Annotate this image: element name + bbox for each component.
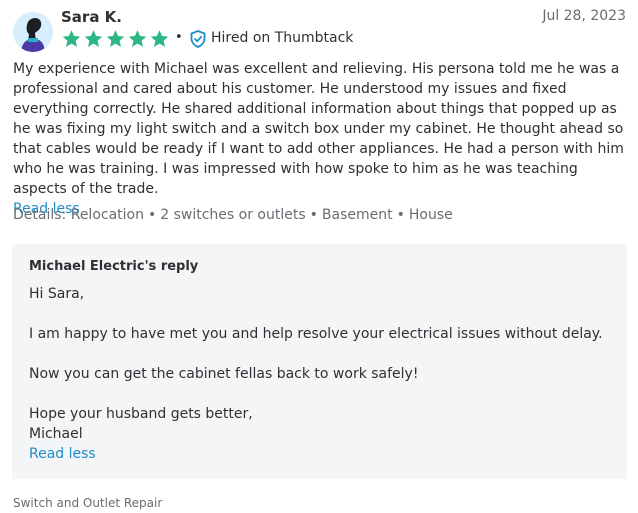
detail-item: Basement (321, 207, 393, 223)
reply-signature: Michael (29, 426, 83, 442)
star-icon (106, 30, 125, 47)
review-details: Details: Relocation • 2 switches or outlet… (13, 207, 453, 223)
business-reply: Michael Electric's reply Hi Sara, I am h… (12, 244, 627, 479)
service-category: Switch and Outlet Repair (13, 496, 163, 510)
reply-greeting: Hi Sara, (29, 286, 85, 302)
details-label: Details: (13, 207, 67, 223)
review-body: My experience with Michael was excellent… (13, 61, 624, 197)
review-date: Jul 28, 2023 (542, 8, 626, 24)
reply-paragraph: I am happy to have met you and help reso… (29, 326, 603, 342)
reply-read-less-link[interactable]: Read less (29, 444, 603, 464)
reply-title: Michael Electric's reply (29, 259, 199, 274)
star-rating (61, 29, 170, 49)
detail-item: Relocation (70, 207, 144, 223)
detail-separator: • (147, 207, 157, 223)
reply-paragraph: Hope your husband gets better, (29, 406, 253, 422)
shield-check-icon (190, 30, 206, 48)
detail-separator: • (396, 207, 405, 223)
detail-item: House (408, 207, 453, 223)
hired-label: Hired on Thumbtack (211, 30, 354, 46)
star-icon (84, 30, 103, 47)
separator-dot: • (175, 30, 183, 45)
detail-separator: • (309, 207, 318, 223)
detail-item: 2 switches or outlets (160, 207, 306, 223)
star-icon (150, 30, 169, 47)
avatar (13, 12, 53, 52)
reviewer-name: Sara K. (61, 8, 122, 26)
star-icon (62, 30, 81, 47)
reply-paragraph: Now you can get the cabinet fellas back … (29, 366, 419, 382)
person-silhouette-icon (13, 12, 53, 52)
reply-body: Hi Sara, I am happy to have met you and … (29, 284, 603, 464)
review-text: My experience with Michael was excellent… (13, 59, 629, 219)
star-icon (128, 30, 147, 47)
